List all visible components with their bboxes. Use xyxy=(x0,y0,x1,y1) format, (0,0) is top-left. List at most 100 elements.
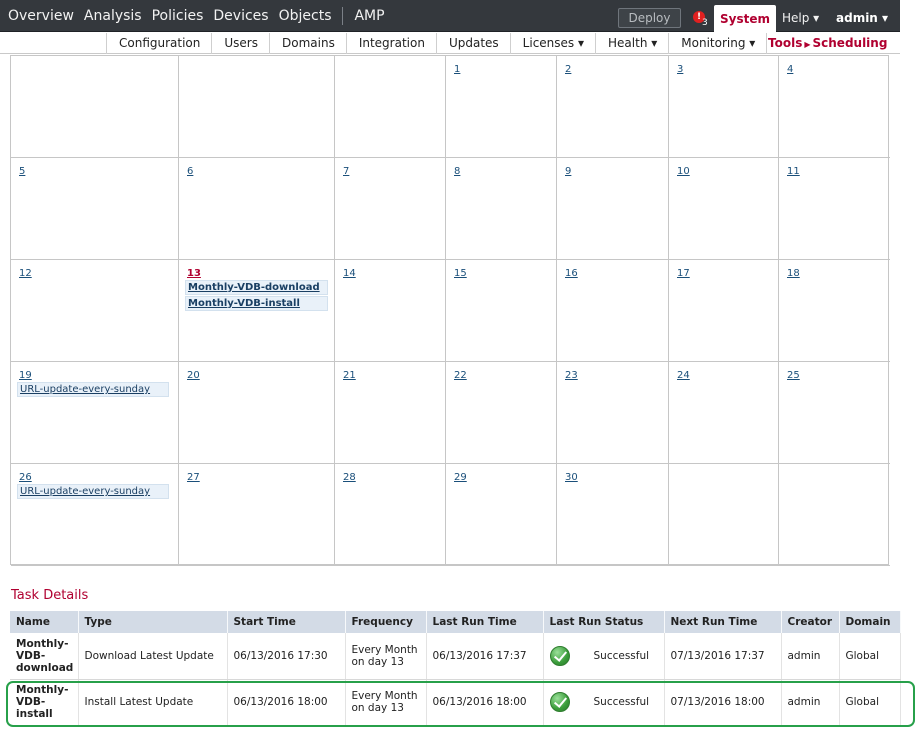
task-details-title: Task Details xyxy=(11,588,89,603)
calendar-day-number[interactable]: 30 xyxy=(565,472,578,483)
column-header-frequency[interactable]: Frequency xyxy=(345,611,427,633)
subnav-updates[interactable]: Updates xyxy=(435,33,510,54)
nav-policies[interactable]: Policies xyxy=(147,0,209,32)
subnav-licenses[interactable]: Licenses ▾ xyxy=(509,33,595,54)
calendar-day-cell: 16 xyxy=(557,260,669,362)
breadcrumb-tools[interactable]: Tools xyxy=(768,36,802,50)
calendar-event-link[interactable]: URL-update-every-sunday xyxy=(17,484,169,499)
column-header-type[interactable]: Type xyxy=(78,611,228,633)
calendar-day-number[interactable]: 9 xyxy=(565,166,571,177)
alert-count-badge: 3 xyxy=(702,18,708,28)
subnav-domains[interactable]: Domains xyxy=(269,33,346,54)
task-name: Monthly-VDB-install xyxy=(10,679,79,725)
task-frequency: Every Month on day 13 xyxy=(345,679,427,725)
check-circle-icon xyxy=(549,692,570,713)
calendar-day-number[interactable]: 18 xyxy=(787,268,800,279)
calendar-day-number[interactable]: 26 xyxy=(19,472,32,483)
calendar-day-cell: 23 xyxy=(557,362,669,464)
calendar-day-number[interactable]: 21 xyxy=(343,370,356,381)
task-last-run-status: Successful xyxy=(543,633,665,680)
calendar-day-cell: 7 xyxy=(335,158,446,260)
task-name: Monthly-VDB-download xyxy=(10,633,79,680)
calendar-day-number[interactable]: 14 xyxy=(343,268,356,279)
calendar-day-cell: 9 xyxy=(557,158,669,260)
status-text: Successful xyxy=(593,696,650,709)
calendar-day-number[interactable]: 3 xyxy=(677,64,683,75)
calendar-day-number[interactable]: 29 xyxy=(454,472,467,483)
nav-analysis[interactable]: Analysis xyxy=(79,0,147,32)
breadcrumb-scheduling: Scheduling xyxy=(812,36,888,50)
calendar-event-link[interactable]: Monthly-VDB-install xyxy=(185,296,328,311)
calendar-empty-cell xyxy=(669,464,779,566)
calendar-day-cell: 24 xyxy=(669,362,779,464)
subnav-users[interactable]: Users xyxy=(211,33,269,54)
nav-divider xyxy=(342,7,344,25)
calendar-day-number[interactable]: 17 xyxy=(677,268,690,279)
calendar-day-number[interactable]: 6 xyxy=(187,166,193,177)
column-header-next-run-time[interactable]: Next Run Time xyxy=(664,611,782,633)
task-next-run-time: 07/13/2016 17:37 xyxy=(664,633,782,680)
task-last-run-time: 06/13/2016 18:00 xyxy=(426,679,544,725)
column-header-domain[interactable]: Domain xyxy=(839,611,901,633)
calendar-day-number[interactable]: 1 xyxy=(454,64,460,75)
calendar-day-number[interactable]: 2 xyxy=(565,64,571,75)
calendar-day-number[interactable]: 11 xyxy=(787,166,800,177)
deploy-button[interactable]: Deploy xyxy=(618,8,681,28)
calendar-day-cell: 12 xyxy=(11,260,179,362)
calendar-event-link[interactable]: Monthly-VDB-download xyxy=(185,280,328,295)
user-menu[interactable]: admin ▾ xyxy=(836,0,888,32)
nav-system-tab[interactable]: System xyxy=(714,5,776,33)
subnav-integration[interactable]: Integration xyxy=(345,33,436,54)
calendar-day-cell: 22 xyxy=(446,362,557,464)
calendar-day-number[interactable]: 27 xyxy=(187,472,200,483)
calendar-day-number[interactable]: 19 xyxy=(19,370,32,381)
table-row[interactable]: Monthly-VDB-install Install Latest Updat… xyxy=(10,679,901,725)
calendar-day-number[interactable]: 10 xyxy=(677,166,690,177)
calendar-day-number[interactable]: 15 xyxy=(454,268,467,279)
calendar-day-number[interactable]: 5 xyxy=(19,166,25,177)
calendar-day-cell: 21 xyxy=(335,362,446,464)
table-row[interactable]: Monthly-VDB-download Download Latest Upd… xyxy=(10,633,901,680)
calendar-day-number[interactable]: 12 xyxy=(19,268,32,279)
nav-objects[interactable]: Objects xyxy=(274,0,337,32)
calendar-day-cell: 6 xyxy=(179,158,335,260)
calendar-empty-cell xyxy=(335,56,446,158)
task-frequency: Every Month on day 13 xyxy=(345,633,427,680)
task-last-run-status: Successful xyxy=(543,679,665,725)
column-header-name[interactable]: Name xyxy=(10,611,79,633)
calendar-event-link[interactable]: URL-update-every-sunday xyxy=(17,382,169,397)
calendar-day-number[interactable]: 23 xyxy=(565,370,578,381)
calendar-day-number[interactable]: 20 xyxy=(187,370,200,381)
calendar-day-cell: 5 xyxy=(11,158,179,260)
calendar-day-number[interactable]: 13 xyxy=(187,268,201,279)
column-header-last-run-time[interactable]: Last Run Time xyxy=(426,611,544,633)
calendar-empty-cell xyxy=(11,56,179,158)
column-header-creator[interactable]: Creator xyxy=(781,611,840,633)
calendar-empty-cell xyxy=(779,464,890,566)
calendar-day-number[interactable]: 16 xyxy=(565,268,578,279)
calendar-day-cell: 26 URL-update-every-sunday xyxy=(11,464,179,566)
calendar-day-number[interactable]: 24 xyxy=(677,370,690,381)
calendar-day-number[interactable]: 4 xyxy=(787,64,793,75)
subnav-monitoring[interactable]: Monitoring ▾ xyxy=(668,33,768,54)
subnav-configuration[interactable]: Configuration xyxy=(106,33,211,54)
calendar-day-cell: 2 xyxy=(557,56,669,158)
calendar-day-cell: 20 xyxy=(179,362,335,464)
calendar-day-number[interactable]: 25 xyxy=(787,370,800,381)
column-header-last-run-status[interactable]: Last Run Status xyxy=(543,611,665,633)
nav-overview[interactable]: Overview xyxy=(0,0,79,32)
help-menu[interactable]: Help ▾ xyxy=(782,0,819,32)
column-header-start-time[interactable]: Start Time xyxy=(227,611,346,633)
calendar-day-number[interactable]: 22 xyxy=(454,370,467,381)
calendar-day-cell: 14 xyxy=(335,260,446,362)
calendar-day-number[interactable]: 28 xyxy=(343,472,356,483)
subnav-health[interactable]: Health ▾ xyxy=(595,33,668,54)
calendar-day-cell: 10 xyxy=(669,158,779,260)
calendar-day-cell: 13 Monthly-VDB-download Monthly-VDB-instal… xyxy=(179,260,335,362)
nav-amp[interactable]: AMP xyxy=(349,0,389,32)
nav-devices[interactable]: Devices xyxy=(208,0,273,32)
status-text: Successful xyxy=(593,649,650,662)
task-last-run-time: 06/13/2016 17:37 xyxy=(426,633,544,680)
calendar-day-number[interactable]: 7 xyxy=(343,166,349,177)
calendar-day-number[interactable]: 8 xyxy=(454,166,460,177)
